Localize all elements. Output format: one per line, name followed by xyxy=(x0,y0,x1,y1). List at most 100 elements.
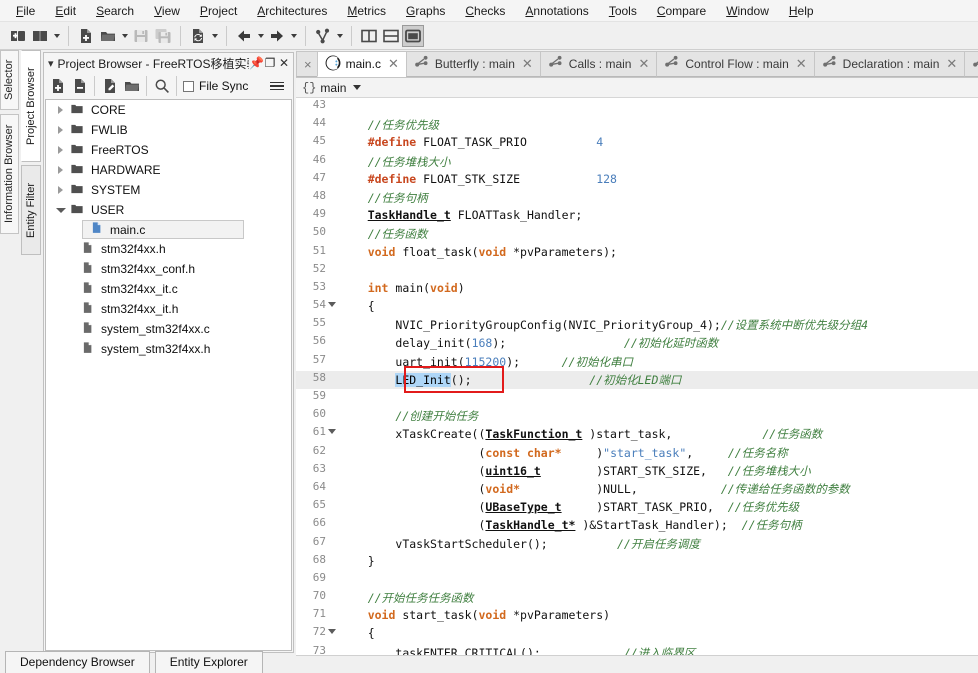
editor-tab-close-left[interactable]: × xyxy=(296,51,317,77)
menu-item-window[interactable]: Window xyxy=(716,2,779,20)
tree-expand-closed-icon[interactable] xyxy=(54,144,67,157)
restore-icon[interactable]: ❐ xyxy=(263,56,277,70)
code-line[interactable]: 46 //任务堆栈大小 xyxy=(296,153,978,171)
close-icon[interactable]: ✕ xyxy=(388,56,399,72)
chevron-down-icon[interactable] xyxy=(353,85,362,90)
code-line[interactable]: 67 vTaskStartScheduler(); //开启任务调度 xyxy=(296,535,978,553)
tree-expand-closed-icon[interactable] xyxy=(54,184,67,197)
tree-file-item[interactable]: stm32f4xx_it.c xyxy=(46,279,291,299)
forward-dropdown-arrow[interactable] xyxy=(288,25,299,47)
code-line[interactable]: 49 TaskHandle_t FLOATTask_Handler; xyxy=(296,207,978,225)
menu-item-search[interactable]: Search xyxy=(86,2,144,20)
menu-item-architectures[interactable]: Architectures xyxy=(247,2,337,20)
new-project-icon[interactable] xyxy=(7,25,29,47)
fold-toggle-icon[interactable] xyxy=(328,302,336,308)
back-icon[interactable] xyxy=(233,25,255,47)
file-sync-checkbox[interactable]: File Sync xyxy=(183,79,248,93)
save-all-icon[interactable] xyxy=(152,25,174,47)
open-project-dropdown-arrow[interactable] xyxy=(51,25,62,47)
menu-item-graphs[interactable]: Graphs xyxy=(396,2,455,20)
menu-item-tools[interactable]: Tools xyxy=(599,2,647,20)
code-line[interactable]: 68 } xyxy=(296,553,978,571)
code-line[interactable]: 57 uart_init(115200); //初始化串口 xyxy=(296,353,978,371)
open-file-dropdown-arrow[interactable] xyxy=(119,25,130,47)
menu-item-view[interactable]: View xyxy=(144,2,190,20)
code-line[interactable]: 73 taskENTER_CRITICAL(); //进入临界区 xyxy=(296,644,978,655)
code-line[interactable]: 70 //开始任务任务函数 xyxy=(296,589,978,607)
code-line[interactable]: 62 (const char* )"start_task", //任务名称 xyxy=(296,444,978,462)
editor-tab-calls-main[interactable]: Calls : main ✕ xyxy=(539,51,657,77)
split-vertical-icon[interactable] xyxy=(358,25,380,47)
code-line[interactable]: 43 xyxy=(296,98,978,116)
menu-item-file[interactable]: File xyxy=(6,2,45,20)
code-area[interactable]: 43 44 //任务优先级 45 #define FLOAT_TASK_PRIO 4… xyxy=(296,98,978,655)
code-line[interactable]: 56 delay_init(168); //初始化延时函数 xyxy=(296,334,978,352)
menu-item-checks[interactable]: Checks xyxy=(455,2,515,20)
open-project-icon[interactable] xyxy=(29,25,51,47)
editor-tab-control-flow-main[interactable]: Control Flow : main ✕ xyxy=(656,51,814,77)
code-line[interactable]: 65 (UBaseType_t )START_TASK_PRIO, //任务优先… xyxy=(296,498,978,516)
code-line[interactable]: 59 xyxy=(296,389,978,407)
code-line[interactable]: 55 NVIC_PriorityGroupConfig(NVIC_Priorit… xyxy=(296,316,978,334)
code-line[interactable]: 47 #define FLOAT_STK_SIZE 128 xyxy=(296,171,978,189)
tree-expand-open-icon[interactable] xyxy=(54,204,67,217)
editor-tab-declaration-main[interactable]: Declaration : main ✕ xyxy=(813,51,965,77)
tree-expand-closed-icon[interactable] xyxy=(54,104,67,117)
tree-file-item[interactable]: system_stm32f4xx.h xyxy=(46,339,291,359)
back-dropdown-arrow[interactable] xyxy=(255,25,266,47)
code-line[interactable]: 45 #define FLOAT_TASK_PRIO 4 xyxy=(296,134,978,152)
code-line[interactable]: 63 (uint16_t )START_STK_SIZE, //任务堆栈大小 xyxy=(296,462,978,480)
tree-file-item[interactable]: stm32f4xx.h xyxy=(46,239,291,259)
remove-file-icon[interactable] xyxy=(69,76,90,97)
tree-file-item[interactable]: main.c xyxy=(82,220,244,239)
project-tree[interactable]: CORE FWLIB FreeRTOS HARDWARE SYSTEM USER main.… xyxy=(45,99,292,651)
editor-tab-main-c[interactable]: main.c ✕ xyxy=(316,51,406,77)
graph-icon[interactable] xyxy=(312,25,334,47)
pin-icon[interactable]: 📌 xyxy=(249,56,264,70)
breadcrumb[interactable]: {} main xyxy=(296,78,978,98)
code-line[interactable]: 48 //任务句柄 xyxy=(296,189,978,207)
editor-tab-butterfly-main[interactable]: Butterfly : main ✕ xyxy=(405,51,540,77)
refresh-dropdown-arrow[interactable] xyxy=(209,25,220,47)
tree-expand-closed-icon[interactable] xyxy=(54,124,67,137)
tree-folder-item[interactable]: FWLIB xyxy=(46,120,291,140)
fold-toggle-icon[interactable] xyxy=(328,429,336,435)
search-icon[interactable] xyxy=(151,76,172,97)
code-line[interactable]: 44 //任务优先级 xyxy=(296,116,978,134)
code-line[interactable]: 69 xyxy=(296,571,978,589)
editor-tab-declaration[interactable]: Declaration xyxy=(964,51,978,77)
close-icon[interactable]: ✕ xyxy=(277,56,291,70)
code-line[interactable]: 51 void float_task(void *pvParameters); xyxy=(296,244,978,262)
add-file-icon[interactable] xyxy=(47,76,68,97)
menu-item-project[interactable]: Project xyxy=(190,2,247,20)
code-line[interactable]: 60 //创建开始任务 xyxy=(296,407,978,425)
code-line[interactable]: 71 void start_task(void *pvParameters) xyxy=(296,607,978,625)
new-file-icon[interactable] xyxy=(75,25,97,47)
tree-file-item[interactable]: stm32f4xx_conf.h xyxy=(46,259,291,279)
menu-item-help[interactable]: Help xyxy=(779,2,824,20)
forward-icon[interactable] xyxy=(266,25,288,47)
code-line[interactable]: 53 int main(void) xyxy=(296,280,978,298)
open-file-icon[interactable] xyxy=(97,25,119,47)
code-line[interactable]: 66 (TaskHandle_t* )&StartTask_Handler); … xyxy=(296,516,978,534)
bottom-tab-dependency-browser[interactable]: Dependency Browser xyxy=(5,651,150,673)
close-icon[interactable]: ✕ xyxy=(638,56,649,72)
code-selection[interactable]: LED_Init xyxy=(395,372,451,387)
close-icon[interactable]: ✕ xyxy=(522,56,533,72)
menu-item-compare[interactable]: Compare xyxy=(647,2,716,20)
close-icon[interactable]: × xyxy=(304,57,312,72)
code-line[interactable]: 50 //任务函数 xyxy=(296,225,978,243)
refresh-icon[interactable] xyxy=(187,25,209,47)
panel-tab-project-browser[interactable]: Project Browser xyxy=(21,50,41,162)
close-icon[interactable]: ✕ xyxy=(796,56,807,72)
graph-dropdown-arrow[interactable] xyxy=(334,25,345,47)
fold-toggle-icon[interactable] xyxy=(328,629,336,635)
tree-folder-item[interactable]: HARDWARE xyxy=(46,160,291,180)
dock-tab-selector[interactable]: Selector xyxy=(0,50,19,110)
edit-file-icon[interactable] xyxy=(99,76,120,97)
code-line[interactable]: 64 (void* )NULL, //传递给任务函数的参数 xyxy=(296,480,978,498)
collapse-chevron-icon[interactable]: ▾ xyxy=(48,57,54,70)
save-icon[interactable] xyxy=(130,25,152,47)
code-line[interactable]: 72 { xyxy=(296,625,978,643)
tree-file-item[interactable]: system_stm32f4xx.c xyxy=(46,319,291,339)
